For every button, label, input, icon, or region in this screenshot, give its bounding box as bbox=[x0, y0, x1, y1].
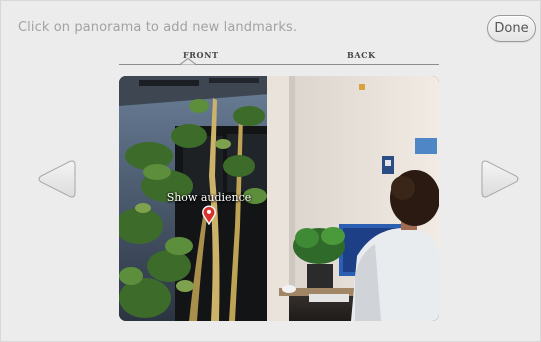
landmark-marker[interactable]: Show audience bbox=[161, 191, 257, 227]
landmark-label: Show audience bbox=[166, 191, 252, 204]
tab-selection-pointer bbox=[180, 58, 196, 65]
done-button[interactable]: Done bbox=[487, 15, 536, 42]
left-arrow-icon[interactable] bbox=[36, 157, 76, 201]
right-arrow-icon[interactable] bbox=[481, 157, 521, 201]
tab-back[interactable]: BACK bbox=[347, 50, 376, 60]
map-pin-icon[interactable] bbox=[201, 205, 217, 225]
instruction-text: Click on panorama to add new landmarks. bbox=[18, 20, 298, 35]
landmark-editor: Click on panorama to add new landmarks. … bbox=[0, 0, 541, 342]
tab-divider bbox=[119, 64, 439, 65]
view-tabs: FRONT BACK bbox=[119, 47, 439, 75]
